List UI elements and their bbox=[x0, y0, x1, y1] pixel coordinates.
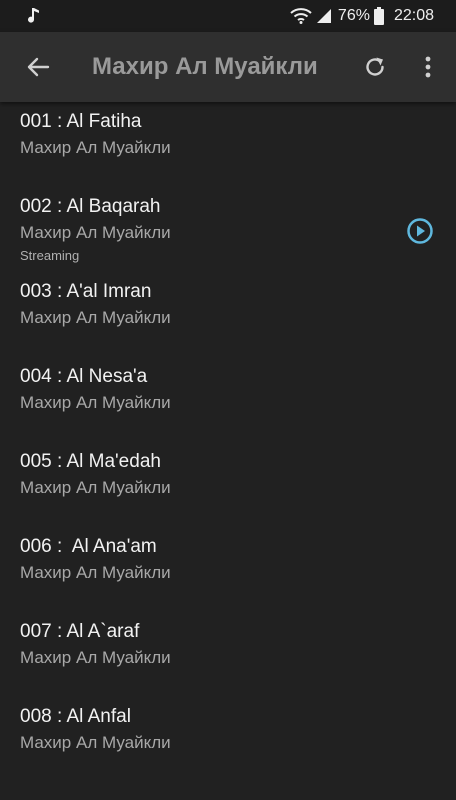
track-artist: Махир Ал Муайкли bbox=[20, 393, 171, 412]
refresh-icon bbox=[366, 57, 384, 76]
battery-percent: 76% bbox=[337, 7, 370, 24]
track-artist: Махир Ал Муайкли bbox=[20, 648, 171, 667]
list-item[interactable]: 004 : Al Nesa'a Махир Ал Муайкли bbox=[0, 357, 456, 442]
streaming-status: Streaming bbox=[20, 248, 80, 263]
track-title: 002 : Al Baqarah bbox=[20, 196, 161, 217]
list-item[interactable]: 002 : Al Baqarah Махир Ал Муайкли Stream… bbox=[0, 187, 456, 272]
track-title: 007 : Al A`araf bbox=[20, 621, 140, 642]
back-button[interactable] bbox=[14, 43, 62, 91]
track-artist: Махир Ал Муайкли bbox=[20, 478, 171, 497]
overflow-menu-button[interactable] bbox=[404, 43, 452, 91]
signal-icon bbox=[316, 9, 331, 23]
list-item[interactable]: 008 : Al Anfal Махир Ал Муайкли bbox=[0, 697, 456, 782]
track-title: 004 : Al Nesa'a bbox=[20, 366, 148, 387]
clock: 22:08 bbox=[393, 7, 434, 24]
app-bar: Махир Ал Муайкли bbox=[0, 32, 456, 102]
track-artist: Махир Ал Муайкли bbox=[20, 563, 171, 582]
track-title: 001 : Al Fatiha bbox=[20, 111, 142, 132]
status-bar: 76% 22:08 bbox=[0, 0, 456, 32]
list-item[interactable]: 006 : Al Ana'am Махир Ал Муайкли bbox=[0, 527, 456, 612]
music-note-icon bbox=[28, 8, 39, 23]
back-arrow-icon bbox=[27, 57, 50, 77]
refresh-button[interactable] bbox=[351, 43, 399, 91]
track-artist: Махир Ал Муайкли bbox=[20, 733, 171, 752]
track-artist: Махир Ал Муайкли bbox=[20, 138, 171, 157]
track-title: 008 : Al Anfal bbox=[20, 706, 131, 727]
list-item[interactable]: 001 : Al Fatiha Махир Ал Муайкли bbox=[0, 102, 456, 187]
wifi-icon bbox=[290, 8, 312, 24]
play-circle-icon[interactable] bbox=[406, 217, 434, 245]
track-title: 006 : Al Ana'am bbox=[20, 536, 157, 557]
page-title: Махир Ал Муайкли bbox=[92, 53, 318, 80]
track-list: 001 : Al Fatiha Махир Ал Муайкли 002 : A… bbox=[0, 102, 456, 800]
track-title: 003 : A'al Imran bbox=[20, 281, 152, 302]
list-item[interactable]: 005 : Al Ma'edah Махир Ал Муайкли bbox=[0, 442, 456, 527]
more-vert-icon bbox=[425, 56, 431, 78]
track-artist: Махир Ал Муайкли bbox=[20, 223, 171, 242]
track-title: 005 : Al Ma'edah bbox=[20, 451, 161, 472]
list-item[interactable]: 007 : Al A`araf Махир Ал Муайкли bbox=[0, 612, 456, 697]
track-artist: Махир Ал Муайкли bbox=[20, 308, 171, 327]
battery-icon bbox=[373, 7, 384, 25]
list-item[interactable]: 003 : A'al Imran Махир Ал Муайкли bbox=[0, 272, 456, 357]
